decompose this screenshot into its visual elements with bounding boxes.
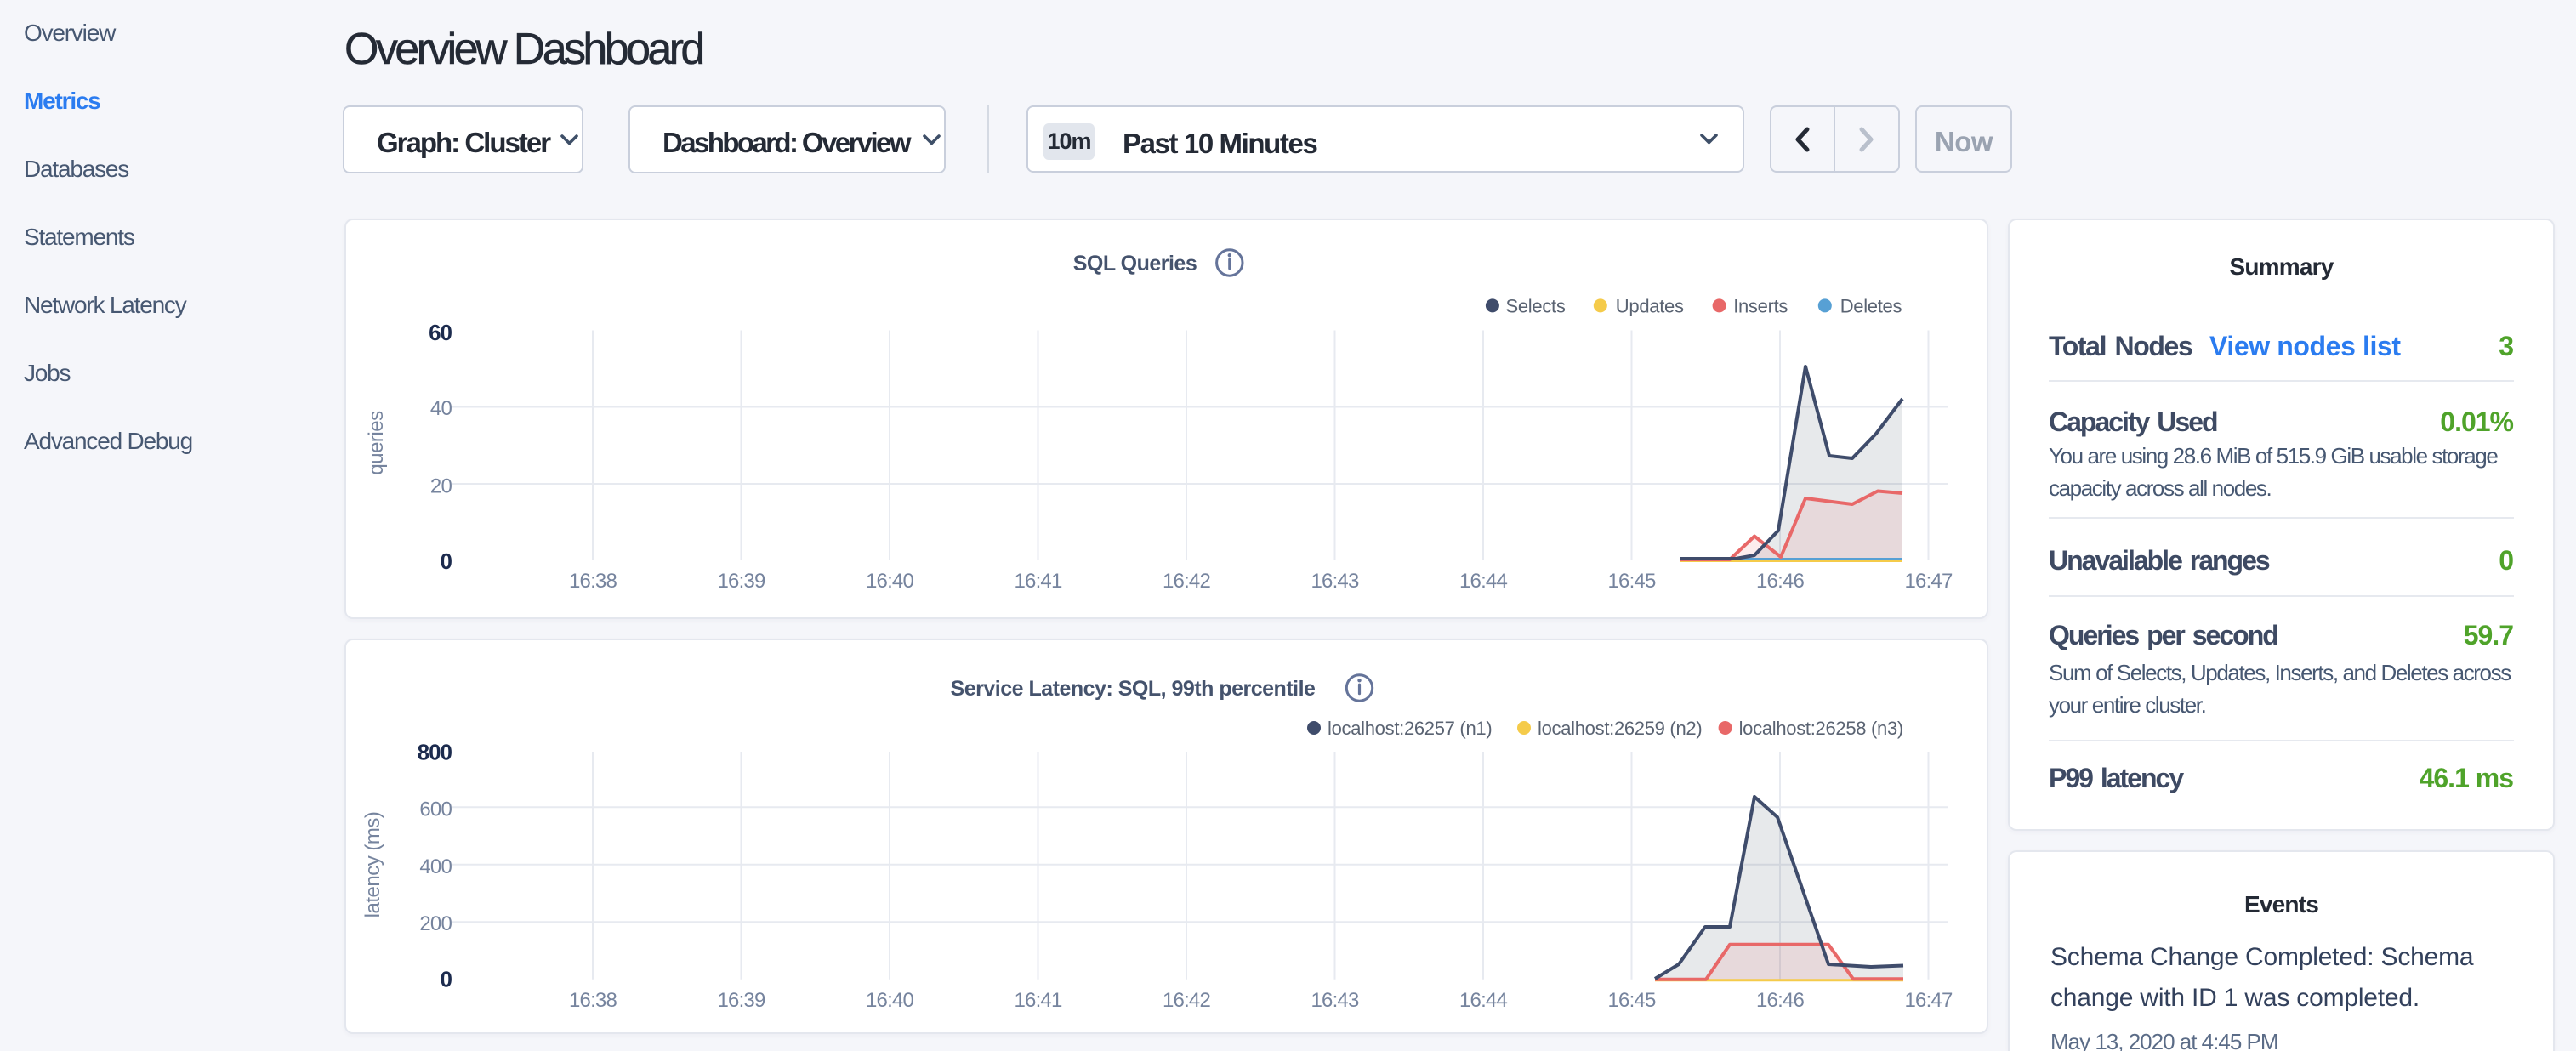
svg-text:Inserts: Inserts: [1733, 296, 1788, 317]
svg-text:16:45: 16:45: [1607, 989, 1656, 1012]
svg-text:16:44: 16:44: [1459, 989, 1508, 1012]
svg-text:16:45: 16:45: [1607, 570, 1656, 593]
svg-text:Deletes: Deletes: [1840, 296, 1902, 317]
svg-text:16:40: 16:40: [866, 989, 914, 1012]
svg-text:localhost:26258 (n3): localhost:26258 (n3): [1739, 718, 1903, 739]
svg-text:16:47: 16:47: [1904, 570, 1953, 593]
svg-text:latency (ms): latency (ms): [361, 812, 384, 918]
svg-text:SQL Queries: SQL Queries: [1073, 252, 1197, 276]
svg-text:16:39: 16:39: [717, 570, 765, 593]
svg-text:800: 800: [418, 740, 452, 765]
svg-text:200: 200: [419, 912, 452, 935]
svg-text:16:39: 16:39: [717, 989, 765, 1012]
svg-text:40: 40: [430, 397, 452, 420]
svg-text:16:44: 16:44: [1459, 570, 1508, 593]
svg-text:20: 20: [430, 475, 452, 498]
svg-text:queries: queries: [365, 411, 388, 475]
svg-text:Updates: Updates: [1616, 296, 1684, 317]
svg-text:16:42: 16:42: [1163, 989, 1211, 1012]
svg-text:16:41: 16:41: [1014, 989, 1062, 1012]
svg-text:16:41: 16:41: [1014, 570, 1062, 593]
svg-text:16:42: 16:42: [1163, 570, 1211, 593]
svg-text:16:43: 16:43: [1311, 989, 1359, 1012]
svg-text:16:43: 16:43: [1311, 570, 1359, 593]
svg-text:0: 0: [441, 966, 452, 991]
svg-text:400: 400: [419, 855, 452, 878]
svg-text:Service Latency: SQL, 99th per: Service Latency: SQL, 99th percentile: [951, 677, 1316, 701]
svg-text:0: 0: [441, 548, 452, 574]
svg-text:16:47: 16:47: [1904, 989, 1953, 1012]
svg-text:600: 600: [419, 798, 452, 821]
svg-text:16:46: 16:46: [1756, 989, 1805, 1012]
svg-text:16:40: 16:40: [866, 570, 914, 593]
svg-text:60: 60: [429, 320, 452, 345]
svg-text:Selects: Selects: [1506, 296, 1566, 317]
svg-text:16:38: 16:38: [569, 570, 617, 593]
svg-text:localhost:26259 (n2): localhost:26259 (n2): [1538, 718, 1702, 739]
svg-text:16:46: 16:46: [1756, 570, 1805, 593]
svg-text:localhost:26257 (n1): localhost:26257 (n1): [1328, 718, 1492, 739]
svg-text:16:38: 16:38: [569, 989, 617, 1012]
